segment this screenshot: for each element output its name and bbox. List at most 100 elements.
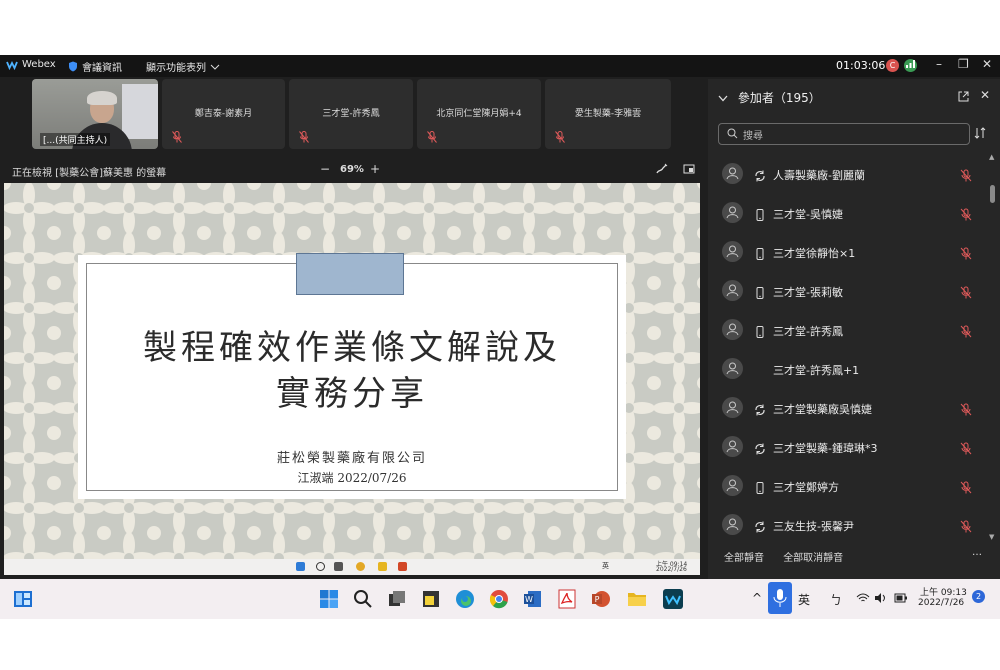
video-tile[interactable]: 愛生製藥-李雅雲 bbox=[545, 79, 671, 149]
word-icon[interactable]: W bbox=[522, 588, 544, 610]
meeting-info-button[interactable]: 會議資訊 bbox=[68, 59, 122, 74]
acrobat-icon[interactable] bbox=[556, 588, 578, 610]
app-name: Webex bbox=[22, 59, 56, 70]
avatar bbox=[722, 397, 743, 418]
mic-muted-icon[interactable] bbox=[960, 401, 972, 416]
wifi-icon[interactable] bbox=[856, 593, 870, 603]
slide-title-card: 製程確效作業條文解說及 實務分享 莊松榮製藥廠有限公司 江淑端 2022/07/… bbox=[78, 253, 626, 499]
video-tile[interactable]: 鄭吉泰-謝素月 bbox=[162, 79, 285, 149]
participant-row[interactable]: 三才堂-許秀鳳 bbox=[708, 312, 990, 351]
participant-row[interactable]: 三才堂鄭婷方 bbox=[708, 468, 990, 507]
slide-tab-decoration bbox=[296, 253, 404, 295]
mic-muted-icon[interactable] bbox=[960, 206, 972, 221]
mic-muted-icon[interactable] bbox=[960, 518, 972, 533]
sticky-notes-icon[interactable] bbox=[420, 588, 442, 610]
widgets-icon[interactable] bbox=[12, 588, 34, 610]
search-icon[interactable] bbox=[352, 588, 374, 610]
scroll-down-icon[interactable]: ▼ bbox=[989, 533, 994, 541]
participant-name: 三才堂-許秀鳳+1 bbox=[773, 364, 860, 377]
show-menu-button[interactable]: 顯示功能表列 bbox=[146, 59, 220, 74]
close-icon[interactable]: ✕ bbox=[982, 57, 992, 71]
file-explorer-icon[interactable] bbox=[626, 588, 648, 610]
participant-row[interactable]: 三友生技-張馨尹 bbox=[708, 507, 990, 546]
app-title[interactable]: Webex bbox=[6, 59, 56, 70]
viewing-label: 正在檢視 [製藥公會]蘇美惠 的螢幕 bbox=[12, 168, 167, 179]
participant-row[interactable]: 三才堂-張莉敏 bbox=[708, 273, 990, 312]
ime-mode-indicator[interactable]: 英 bbox=[798, 591, 810, 608]
voice-typing-icon[interactable] bbox=[768, 582, 792, 614]
start-icon[interactable] bbox=[318, 588, 340, 610]
participant-row[interactable]: 三才堂-許秀鳳+1 bbox=[708, 351, 990, 390]
video-tile[interactable]: 北京同仁堂陳月娟+4 bbox=[417, 79, 541, 149]
scrollbar[interactable]: ▲ ▼ bbox=[988, 153, 996, 543]
avatar bbox=[722, 202, 743, 223]
participants-title: 參加者（195） bbox=[737, 91, 821, 105]
task-view-icon[interactable] bbox=[386, 588, 408, 610]
powerpoint-icon bbox=[398, 562, 407, 571]
webex-logo-icon bbox=[6, 60, 18, 70]
windows-taskbar: W P ^ 英 ㄅ 上午 09:13 2022/7/26 2 bbox=[0, 579, 1000, 619]
pop-out-icon[interactable] bbox=[958, 91, 969, 102]
battery-icon[interactable] bbox=[894, 593, 908, 603]
participant-row[interactable]: 三才堂徐靜怡×1 bbox=[708, 234, 990, 273]
participant-name: 三才堂-張莉敏 bbox=[773, 286, 843, 299]
search-input[interactable]: 搜尋 bbox=[718, 123, 970, 145]
participant-name: 人壽製藥廠-劉麗蘭 bbox=[773, 169, 865, 182]
mic-muted-icon[interactable] bbox=[960, 479, 972, 494]
minimize-icon[interactable]: – bbox=[936, 57, 942, 71]
ime-phonetic-indicator[interactable]: ㄅ bbox=[830, 591, 842, 608]
clock-date[interactable]: 2022/7/26 bbox=[918, 598, 964, 608]
participant-row[interactable]: 三才堂製藥廠吳慎婕 bbox=[708, 390, 990, 429]
avatar bbox=[722, 241, 743, 262]
participant-row[interactable]: 三才堂製藥-鍾瑋琳*3 bbox=[708, 429, 990, 468]
mic-muted-icon[interactable] bbox=[960, 284, 972, 299]
scrollbar-thumb[interactable] bbox=[990, 185, 995, 203]
chrome-icon[interactable] bbox=[488, 588, 510, 610]
participants-footer: 全部靜音 全部取消靜音 … bbox=[724, 547, 982, 564]
participant-list: 人壽製藥廠-劉麗蘭 三才堂-吳慎婕 三才堂徐靜怡×1 三才堂-張莉敏 三才堂-許秀鳳 三才… bbox=[708, 156, 990, 546]
more-options-button[interactable]: … bbox=[972, 547, 982, 558]
volume-icon[interactable] bbox=[874, 592, 886, 604]
task-view-icon bbox=[334, 562, 343, 571]
avatar bbox=[722, 475, 743, 496]
sync-device-icon bbox=[754, 440, 766, 455]
mic-muted-icon[interactable] bbox=[960, 245, 972, 260]
user-badge[interactable]: C bbox=[886, 59, 899, 72]
notification-badge[interactable]: 2 bbox=[972, 590, 985, 603]
mobile-device-icon bbox=[754, 245, 766, 260]
mic-muted-icon[interactable] bbox=[960, 323, 972, 338]
zoom-in-button[interactable]: + bbox=[370, 162, 380, 176]
clock-time[interactable]: 上午 09:13 bbox=[920, 585, 967, 598]
unmute-all-button[interactable]: 全部取消靜音 bbox=[783, 553, 843, 564]
video-tile[interactable]: 三才堂-許秀鳳 bbox=[289, 79, 413, 149]
participant-name: 三才堂製藥廠吳慎婕 bbox=[773, 403, 872, 416]
participant-row[interactable]: 人壽製藥廠-劉麗蘭 bbox=[708, 156, 990, 195]
mute-all-button[interactable]: 全部靜音 bbox=[724, 553, 764, 564]
self-video-tile[interactable]: [...(共同主持人) bbox=[32, 79, 158, 149]
scroll-up-icon[interactable]: ▲ bbox=[989, 153, 994, 161]
chevron-down-icon[interactable] bbox=[718, 95, 728, 102]
connection-icon[interactable] bbox=[904, 59, 917, 72]
webex-taskbar-icon[interactable] bbox=[662, 588, 684, 610]
powerpoint-icon[interactable]: P bbox=[590, 588, 612, 610]
edge-icon[interactable] bbox=[454, 588, 476, 610]
zoom-out-button[interactable]: − bbox=[320, 162, 330, 176]
show-hidden-icons[interactable]: ^ bbox=[752, 591, 762, 605]
folder-icon bbox=[378, 562, 387, 571]
participant-name: 三才堂鄭婷方 bbox=[773, 481, 839, 494]
search-icon bbox=[316, 562, 325, 571]
restore-icon[interactable]: ❐ bbox=[958, 57, 969, 71]
mic-muted-icon[interactable] bbox=[960, 167, 972, 182]
avatar bbox=[722, 280, 743, 301]
participants-header[interactable]: 參加者（195） bbox=[718, 89, 821, 106]
pop-out-icon[interactable] bbox=[683, 163, 695, 175]
video-tile-name: 北京同仁堂陳月娟+4 bbox=[436, 109, 522, 119]
close-icon[interactable]: ✕ bbox=[980, 88, 990, 102]
participant-row[interactable]: 三才堂-吳慎婕 bbox=[708, 195, 990, 234]
sort-icon[interactable] bbox=[974, 127, 986, 139]
show-menu-label: 顯示功能表列 bbox=[146, 63, 206, 74]
meeting-timer: 01:03:06 bbox=[836, 59, 886, 72]
shared-taskbar: 英 上午 09:14 2022/7/26 bbox=[4, 559, 700, 575]
mic-muted-icon[interactable] bbox=[960, 440, 972, 455]
annotate-icon[interactable] bbox=[656, 163, 668, 175]
